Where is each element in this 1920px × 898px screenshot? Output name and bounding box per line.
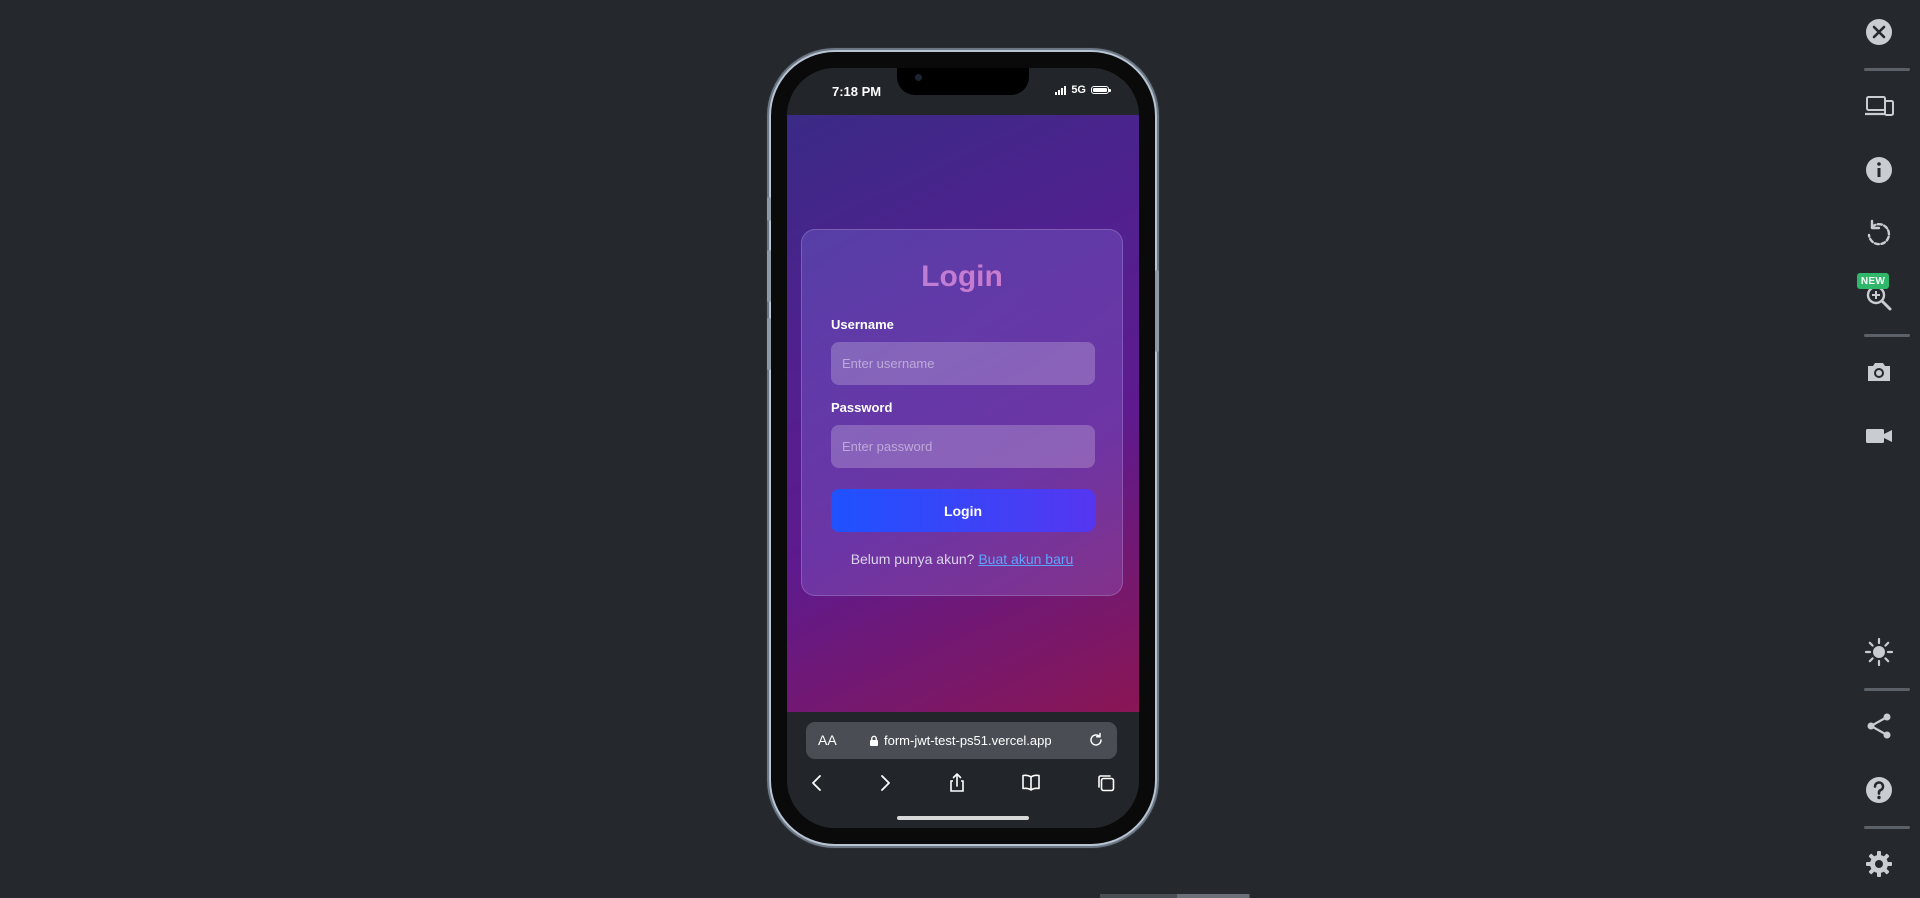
username-input[interactable] — [831, 342, 1095, 385]
toolbar-divider — [1864, 334, 1910, 337]
status-indicators: 5G — [1055, 84, 1111, 96]
toolbar-divider — [1864, 688, 1910, 691]
info-icon[interactable] — [1855, 146, 1903, 194]
phone-screen: 7:18 PM 5G Login Username Password Login… — [787, 68, 1139, 828]
bookmarks-icon[interactable] — [1018, 770, 1044, 796]
address-bar[interactable]: AA form-jwt-test-ps51.vercel.app — [806, 722, 1117, 759]
front-camera — [915, 74, 922, 81]
text-size-button[interactable]: AA — [818, 732, 837, 748]
brightness-icon[interactable] — [1855, 628, 1903, 676]
rotate-icon[interactable] — [1855, 210, 1903, 258]
emulator-toolbar — [1840, 0, 1920, 898]
toolbar-divider — [1864, 826, 1910, 829]
register-text: Belum punya akun? — [850, 551, 975, 567]
signal-icon — [1055, 85, 1067, 95]
settings-icon[interactable] — [1855, 840, 1903, 888]
close-icon[interactable] — [1855, 8, 1903, 56]
page-title: Login — [802, 260, 1122, 294]
register-link[interactable]: Buat akun baru — [978, 551, 1073, 567]
forward-icon[interactable] — [872, 770, 898, 796]
password-label: Password — [831, 400, 893, 415]
login-button[interactable]: Login — [831, 489, 1095, 532]
reload-icon[interactable] — [1087, 731, 1105, 749]
battery-icon — [1091, 86, 1111, 94]
camera-icon[interactable] — [1855, 348, 1903, 396]
devices-icon[interactable] — [1855, 82, 1903, 130]
browser-chrome: AA form-jwt-test-ps51.vercel.app — [787, 712, 1139, 828]
video-icon[interactable] — [1855, 412, 1903, 460]
toolbar-divider — [1864, 68, 1910, 71]
status-bar: 7:18 PM 5G — [787, 68, 1139, 115]
bottom-scroll-thumb[interactable] — [1177, 894, 1249, 898]
share-icon[interactable] — [1855, 702, 1903, 750]
home-indicator[interactable] — [897, 816, 1029, 820]
url-text: form-jwt-test-ps51.vercel.app — [884, 733, 1052, 748]
back-icon[interactable] — [804, 770, 830, 796]
browser-nav — [787, 770, 1139, 800]
volume-down-button — [767, 318, 771, 370]
new-badge: NEW — [1857, 273, 1889, 289]
register-prompt: Belum punya akun? Buat akun baru — [802, 551, 1122, 567]
lock-icon — [870, 735, 878, 746]
notch — [897, 68, 1029, 95]
help-icon[interactable] — [1855, 766, 1903, 814]
status-time: 7:18 PM — [832, 84, 882, 99]
network-type: 5G — [1071, 84, 1086, 96]
tabs-icon[interactable] — [1093, 770, 1119, 796]
login-card: Login Username Password Login Belum puny… — [801, 229, 1123, 596]
password-input[interactable] — [831, 425, 1095, 468]
web-viewport: Login Username Password Login Belum puny… — [787, 115, 1139, 712]
volume-up-button — [767, 250, 771, 302]
url-display[interactable]: form-jwt-test-ps51.vercel.app — [869, 733, 1052, 748]
share-icon[interactable] — [944, 770, 970, 796]
mute-switch — [767, 197, 771, 221]
power-button — [1155, 270, 1159, 352]
username-label: Username — [831, 317, 894, 332]
